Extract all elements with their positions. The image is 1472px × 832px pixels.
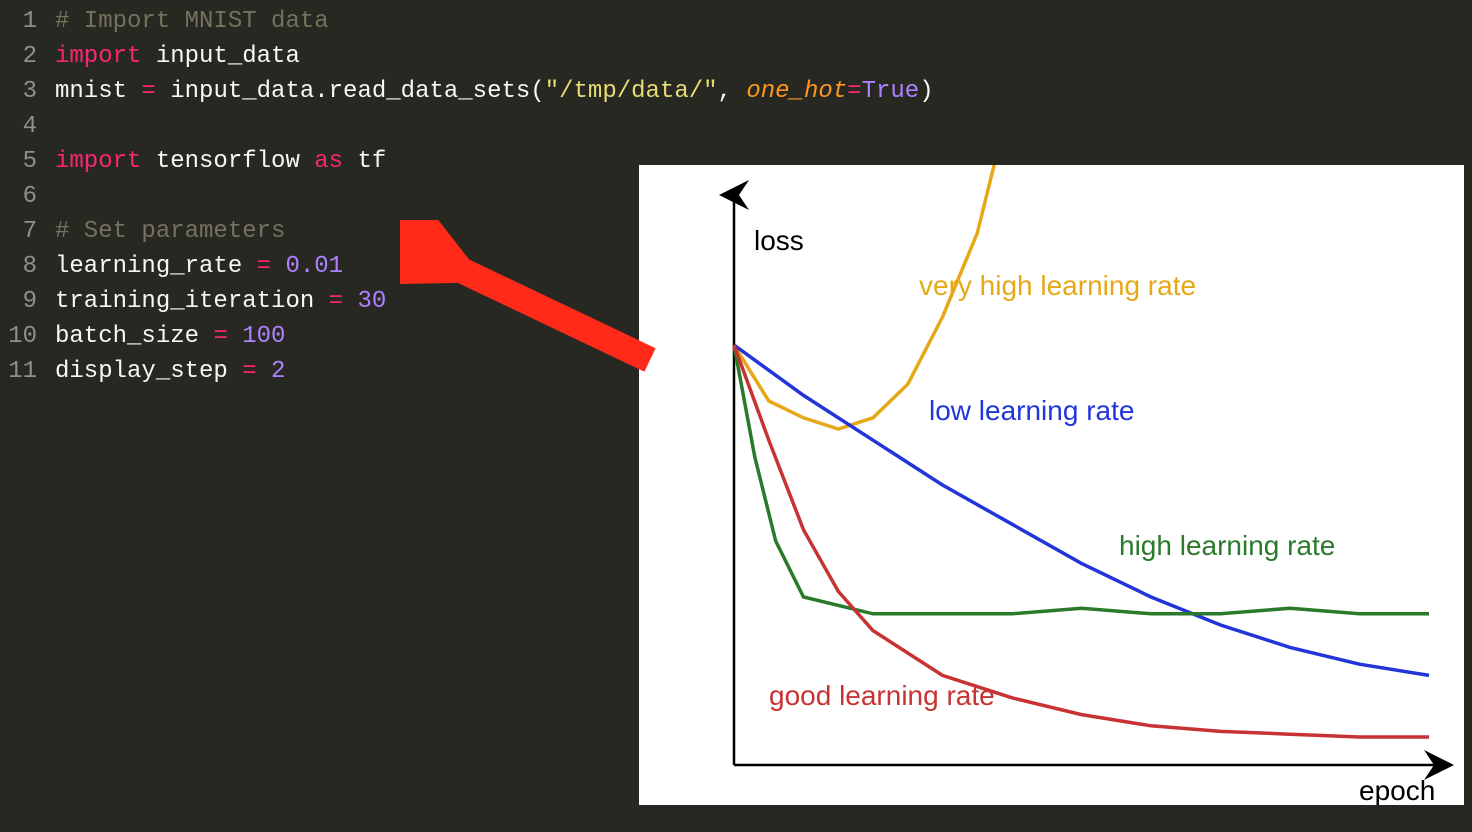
line-number: 6 <box>0 179 37 214</box>
line-number: 1 <box>0 4 37 39</box>
code-line-3[interactable]: mnist = input_data.read_data_sets("/tmp/… <box>55 74 1472 109</box>
line-number: 5 <box>0 144 37 179</box>
line-number: 8 <box>0 249 37 284</box>
line-number: 2 <box>0 39 37 74</box>
paren: ) <box>919 78 933 105</box>
operator: = <box>141 78 155 105</box>
x-axis-label: epoch <box>1359 775 1435 805</box>
function-call: input_data.read_data_sets( <box>156 78 545 105</box>
variable: batch_size <box>55 323 213 350</box>
string-literal: "/tmp/data/" <box>545 78 718 105</box>
alias: tf <box>343 148 386 175</box>
number-literal: 100 <box>228 323 286 350</box>
comment: # Import MNIST data <box>55 8 329 35</box>
learning-rate-chart: loss epoch very high learning rate low l… <box>639 165 1464 805</box>
line-number: 9 <box>0 284 37 319</box>
code-line-2[interactable]: import input_data <box>55 39 1472 74</box>
keyword-import: import <box>55 43 141 70</box>
number-literal: 30 <box>343 288 386 315</box>
series-label-good: good learning rate <box>769 680 995 711</box>
keyword-as: as <box>314 148 343 175</box>
series-label-low: low learning rate <box>929 395 1134 426</box>
variable: training_iteration <box>55 288 329 315</box>
code-line-1[interactable]: # Import MNIST data <box>55 4 1472 39</box>
named-argument: one_hot <box>746 78 847 105</box>
line-number: 3 <box>0 74 37 109</box>
number-literal: 2 <box>257 358 286 385</box>
y-axis-label: loss <box>754 225 804 256</box>
operator: = <box>329 288 343 315</box>
keyword-import: import <box>55 148 141 175</box>
variable: display_step <box>55 358 242 385</box>
variable: mnist <box>55 78 141 105</box>
line-number: 7 <box>0 214 37 249</box>
builtin-true: True <box>862 78 920 105</box>
operator: = <box>257 253 271 280</box>
line-number: 10 <box>0 319 37 354</box>
code-line-4[interactable] <box>55 109 1472 144</box>
operator: = <box>847 78 861 105</box>
operator: = <box>242 358 256 385</box>
chart-series-line <box>734 345 1429 614</box>
series-label-high: high learning rate <box>1119 530 1335 561</box>
line-number-gutter: 1 2 3 4 5 6 7 8 9 10 11 <box>0 4 55 389</box>
number-literal: 0.01 <box>271 253 343 280</box>
chart-svg: loss epoch very high learning rate low l… <box>639 165 1464 805</box>
comma: , <box>718 78 747 105</box>
variable: learning_rate <box>55 253 257 280</box>
line-number: 4 <box>0 109 37 144</box>
module-name: tensorflow <box>141 148 314 175</box>
operator: = <box>213 323 227 350</box>
series-label-very-high: very high learning rate <box>919 270 1196 301</box>
chart-series-group <box>734 165 1429 737</box>
comment: # Set parameters <box>55 218 285 245</box>
line-number: 11 <box>0 354 37 389</box>
module-name: input_data <box>141 43 299 70</box>
